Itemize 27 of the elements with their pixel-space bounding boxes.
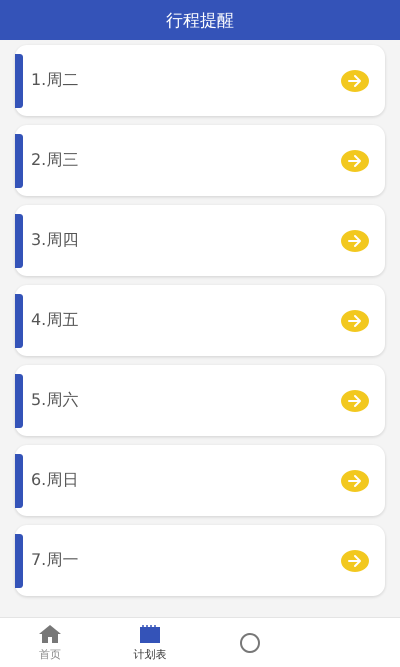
- item-label: 2.周三: [31, 150, 80, 171]
- accent-bar: [15, 374, 23, 428]
- accent-bar: [15, 454, 23, 508]
- list-item[interactable]: 3.周四: [15, 205, 385, 276]
- item-label: 3.周四: [31, 230, 80, 251]
- accent-bar: [15, 294, 23, 348]
- list-item[interactable]: 4.周五: [15, 285, 385, 356]
- item-label: 1.周二: [31, 70, 80, 91]
- circle-icon: [239, 632, 261, 654]
- list-item[interactable]: 2.周三: [15, 125, 385, 196]
- accent-bar: [15, 534, 23, 588]
- item-label: 5.周六: [31, 390, 80, 411]
- accent-bar: [15, 54, 23, 108]
- list-item[interactable]: 6.周日: [15, 445, 385, 516]
- tab[interactable]: 首页: [0, 618, 100, 667]
- tab[interactable]: 计划表: [100, 618, 200, 667]
- list-item[interactable]: 7.周一: [15, 525, 385, 596]
- item-label: 7.周一: [31, 550, 80, 571]
- list-item[interactable]: 5.周六: [15, 365, 385, 436]
- item-label: 4.周五: [31, 310, 80, 331]
- item-label: 6.周日: [31, 470, 80, 491]
- accent-bar: [15, 214, 23, 268]
- home-icon: [38, 624, 62, 644]
- list-item[interactable]: 1.周二: [15, 45, 385, 116]
- page-title: 行程提醒: [166, 10, 234, 32]
- calendar-icon: [139, 624, 161, 644]
- accent-bar: [15, 134, 23, 188]
